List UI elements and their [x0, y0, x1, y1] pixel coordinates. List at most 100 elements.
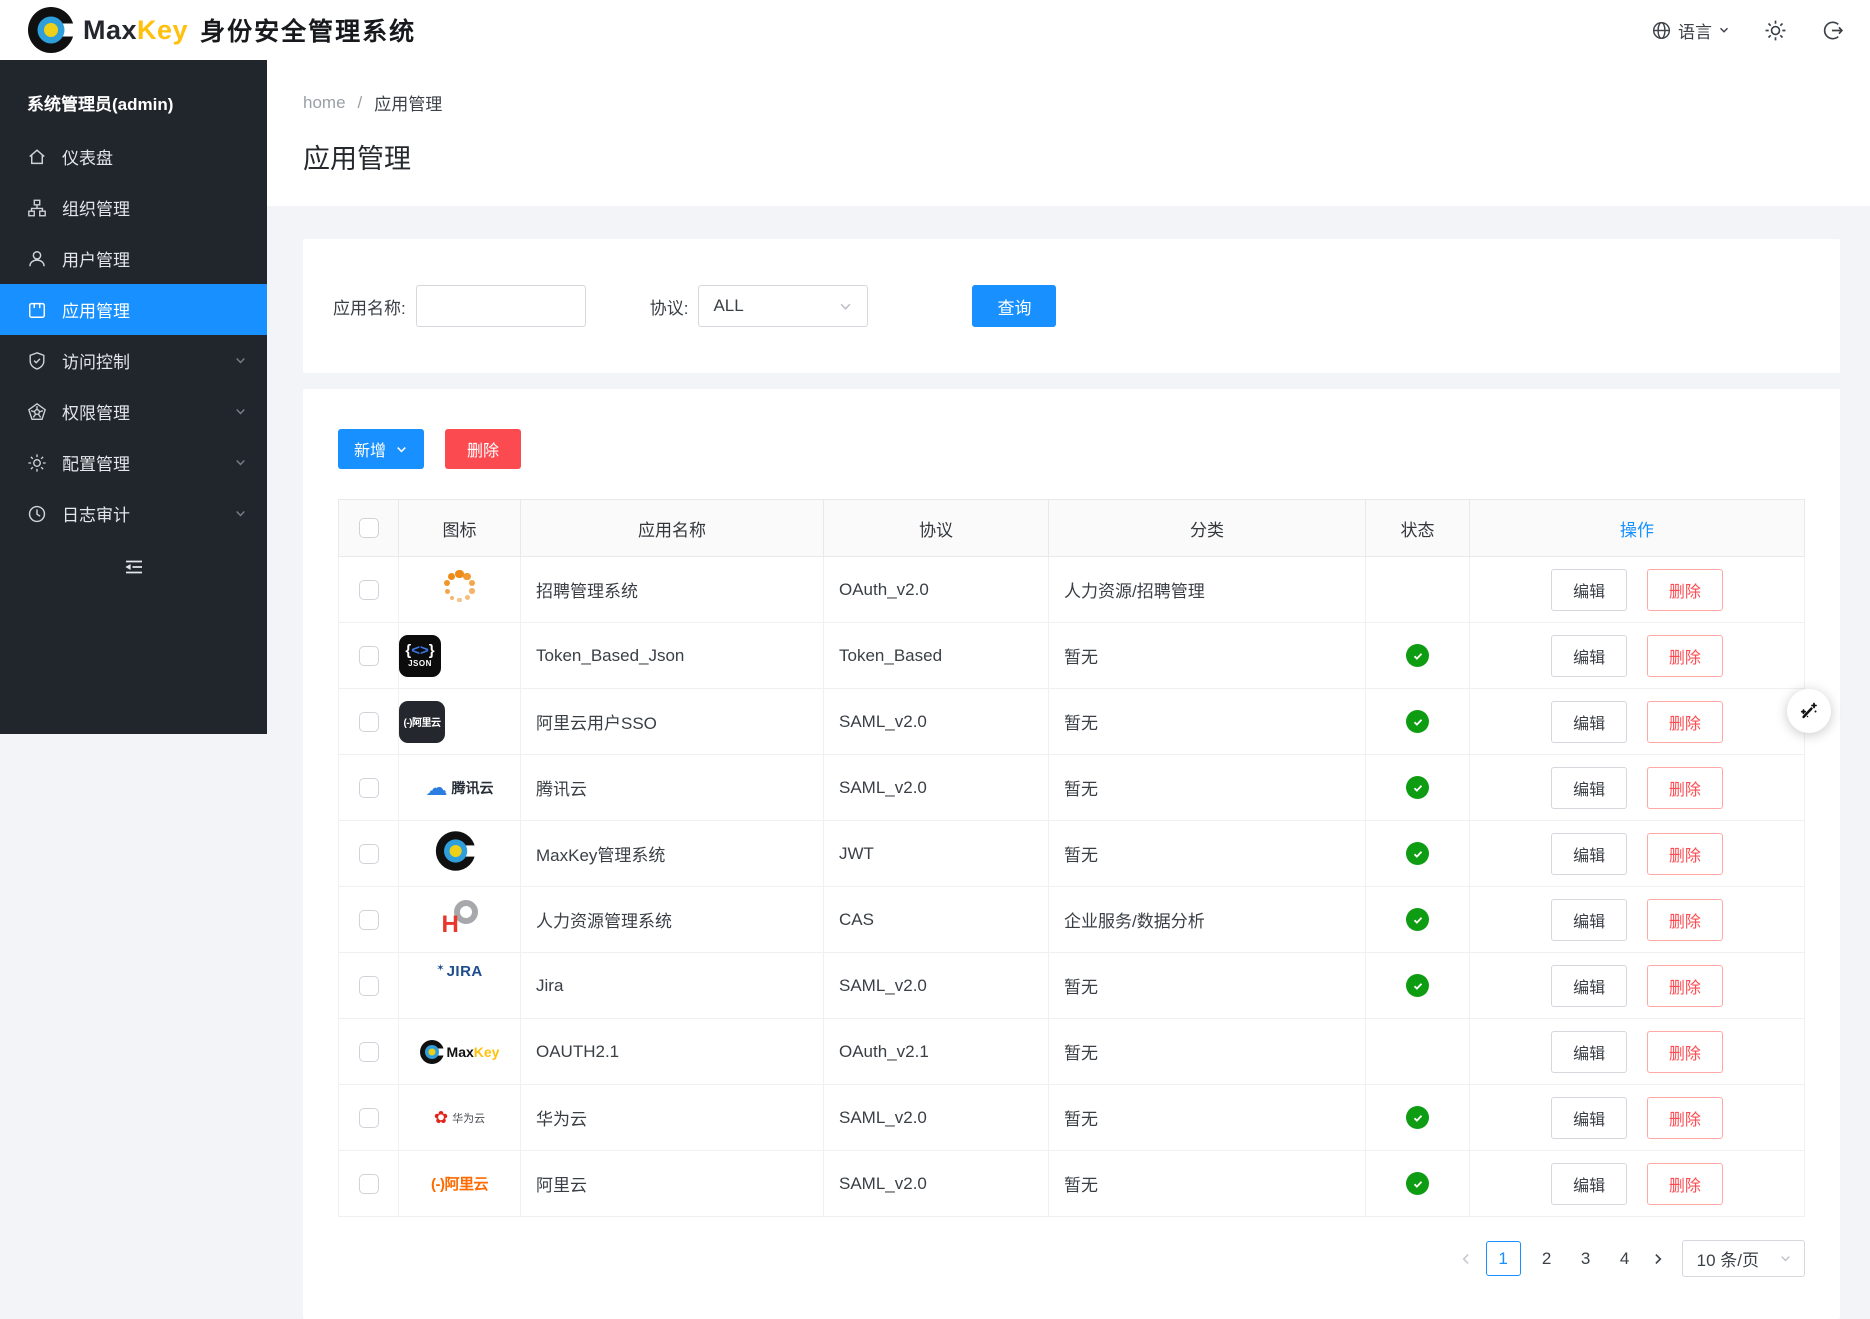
sidebar-item-access-control[interactable]: 访问控制 — [0, 335, 267, 386]
app-name: MaxKey管理系统 — [521, 821, 824, 887]
tencent-cloud-app-icon: ☁ 腾讯云 — [399, 765, 520, 811]
app-protocol: SAML_v2.0 — [824, 1151, 1049, 1217]
delete-button[interactable]: 删除 — [1647, 965, 1723, 1007]
logout-icon — [1821, 19, 1844, 42]
select-all-checkbox[interactable] — [359, 518, 379, 538]
edit-button[interactable]: 编辑 — [1551, 899, 1627, 941]
delete-button[interactable]: 删除 — [1647, 767, 1723, 809]
app-category: 暂无 — [1049, 953, 1366, 1019]
settings-button[interactable] — [1764, 19, 1787, 42]
page-title: 应用管理 — [303, 137, 1870, 176]
row-checkbox[interactable] — [359, 844, 379, 864]
chevron-down-icon — [234, 507, 247, 520]
app-name: 腾讯云 — [521, 755, 824, 821]
delete-button[interactable]: 删除 — [1647, 569, 1723, 611]
edit-button[interactable]: 编辑 — [1551, 701, 1627, 743]
app-category: 企业服务/数据分析 — [1049, 887, 1366, 953]
app-category: 暂无 — [1049, 1151, 1366, 1217]
app-category: 暂无 — [1049, 689, 1366, 755]
app-protocol: JWT — [824, 821, 1049, 887]
page-size-select[interactable]: 10 条/页 — [1682, 1240, 1805, 1277]
protocol-select[interactable]: ALL — [698, 285, 868, 327]
app-protocol: OAuth_v2.1 — [824, 1019, 1049, 1085]
delete-button[interactable]: 删除 — [1647, 1097, 1723, 1139]
edit-button[interactable]: 编辑 — [1551, 1031, 1627, 1073]
status-active-icon — [1406, 1172, 1429, 1195]
top-bar: MaxKey 身份安全管理系统 语言 — [0, 0, 1870, 60]
col-actions: 操作 — [1470, 500, 1805, 557]
breadcrumb-home-link[interactable]: home — [303, 93, 346, 113]
row-checkbox[interactable] — [359, 976, 379, 996]
row-checkbox[interactable] — [359, 712, 379, 732]
sidebar-item-permissions[interactable]: 权限管理 — [0, 386, 267, 437]
edit-button[interactable]: 编辑 — [1551, 635, 1627, 677]
main-content: home / 应用管理 应用管理 应用名称: 协议: ALL 查询 新增 — [267, 60, 1870, 1319]
delete-button[interactable]: 删除 — [1647, 635, 1723, 677]
edit-button[interactable]: 编辑 — [1551, 1097, 1627, 1139]
appstore-icon — [27, 300, 47, 320]
apps-table: 图标 应用名称 协议 分类 状态 操作 — [338, 499, 1805, 1217]
org-icon — [27, 198, 47, 218]
status-active-icon — [1406, 974, 1429, 997]
page-1-button[interactable]: 1 — [1486, 1241, 1521, 1276]
cloud-icon: ☁ — [426, 777, 448, 799]
row-checkbox[interactable] — [359, 580, 379, 600]
sidebar-item-audit-log[interactable]: 日志审计 — [0, 488, 267, 539]
page-next-button[interactable] — [1651, 1252, 1665, 1266]
logout-button[interactable] — [1821, 19, 1844, 42]
gem-icon — [27, 402, 47, 422]
edit-button[interactable]: 编辑 — [1551, 1163, 1627, 1205]
page-3-button[interactable]: 3 — [1573, 1249, 1599, 1269]
table-row: 招聘管理系统 OAuth_v2.0 人力资源/招聘管理 编辑 删除 — [339, 557, 1805, 623]
row-checkbox[interactable] — [359, 646, 379, 666]
row-checkbox[interactable] — [359, 778, 379, 798]
status-active-icon — [1406, 842, 1429, 865]
app-category: 暂无 — [1049, 755, 1366, 821]
edit-button[interactable]: 编辑 — [1551, 767, 1627, 809]
row-checkbox[interactable] — [359, 1108, 379, 1128]
app-name-input[interactable] — [416, 285, 586, 327]
app-status — [1366, 1019, 1470, 1085]
theme-tool-button[interactable] — [1787, 689, 1831, 733]
sidebar-item-dashboard[interactable]: 仪表盘 — [0, 131, 267, 182]
sidebar-collapse-button[interactable] — [122, 555, 146, 579]
language-menu[interactable]: 语言 — [1651, 18, 1730, 43]
status-active-icon — [1406, 644, 1429, 667]
page-prev-button[interactable] — [1459, 1252, 1473, 1266]
app-protocol: SAML_v2.0 — [824, 755, 1049, 821]
edit-button[interactable]: 编辑 — [1551, 569, 1627, 611]
app-protocol: OAuth_v2.0 — [824, 557, 1049, 623]
gear-icon — [1764, 19, 1787, 42]
delete-button[interactable]: 删除 — [1647, 899, 1723, 941]
delete-button[interactable]: 删除 — [1647, 1031, 1723, 1073]
app-status — [1366, 953, 1470, 1019]
shield-check-icon — [27, 351, 47, 371]
add-button[interactable]: 新增 — [338, 429, 424, 469]
app-protocol: Token_Based — [824, 623, 1049, 689]
row-checkbox[interactable] — [359, 1174, 379, 1194]
page-4-button[interactable]: 4 — [1612, 1249, 1638, 1269]
jira-app-icon: ✶JIRA — [399, 963, 520, 1009]
delete-button[interactable]: 删除 — [1647, 701, 1723, 743]
row-checkbox[interactable] — [359, 1042, 379, 1062]
delete-button[interactable]: 删除 — [1647, 833, 1723, 875]
apps-panel: 新增 删除 图标 应用名称 协议 分类 状态 — [303, 389, 1840, 1319]
breadcrumb: home / 应用管理 — [303, 90, 1870, 115]
globe-icon — [1651, 20, 1672, 41]
page-2-button[interactable]: 2 — [1534, 1249, 1560, 1269]
sidebar-item-users[interactable]: 用户管理 — [0, 233, 267, 284]
sidebar-item-configuration[interactable]: 配置管理 — [0, 437, 267, 488]
sidebar: 系统管理员(admin) 仪表盘 组织管理 用户管理 应用管理 访问控制 — [0, 60, 267, 734]
app-name: 人力资源管理系统 — [521, 887, 824, 953]
protocol-label: 协议: — [650, 294, 689, 319]
sidebar-item-applications[interactable]: 应用管理 — [0, 284, 267, 335]
edit-button[interactable]: 编辑 — [1551, 965, 1627, 1007]
search-button[interactable]: 查询 — [972, 285, 1056, 327]
bulk-delete-button[interactable]: 删除 — [445, 429, 521, 469]
delete-button[interactable]: 删除 — [1647, 1163, 1723, 1205]
app-status — [1366, 1151, 1470, 1217]
edit-button[interactable]: 编辑 — [1551, 833, 1627, 875]
sidebar-item-organization[interactable]: 组织管理 — [0, 182, 267, 233]
huawei-cloud-app-icon: ✿ 华为云 — [399, 1095, 520, 1141]
row-checkbox[interactable] — [359, 910, 379, 930]
